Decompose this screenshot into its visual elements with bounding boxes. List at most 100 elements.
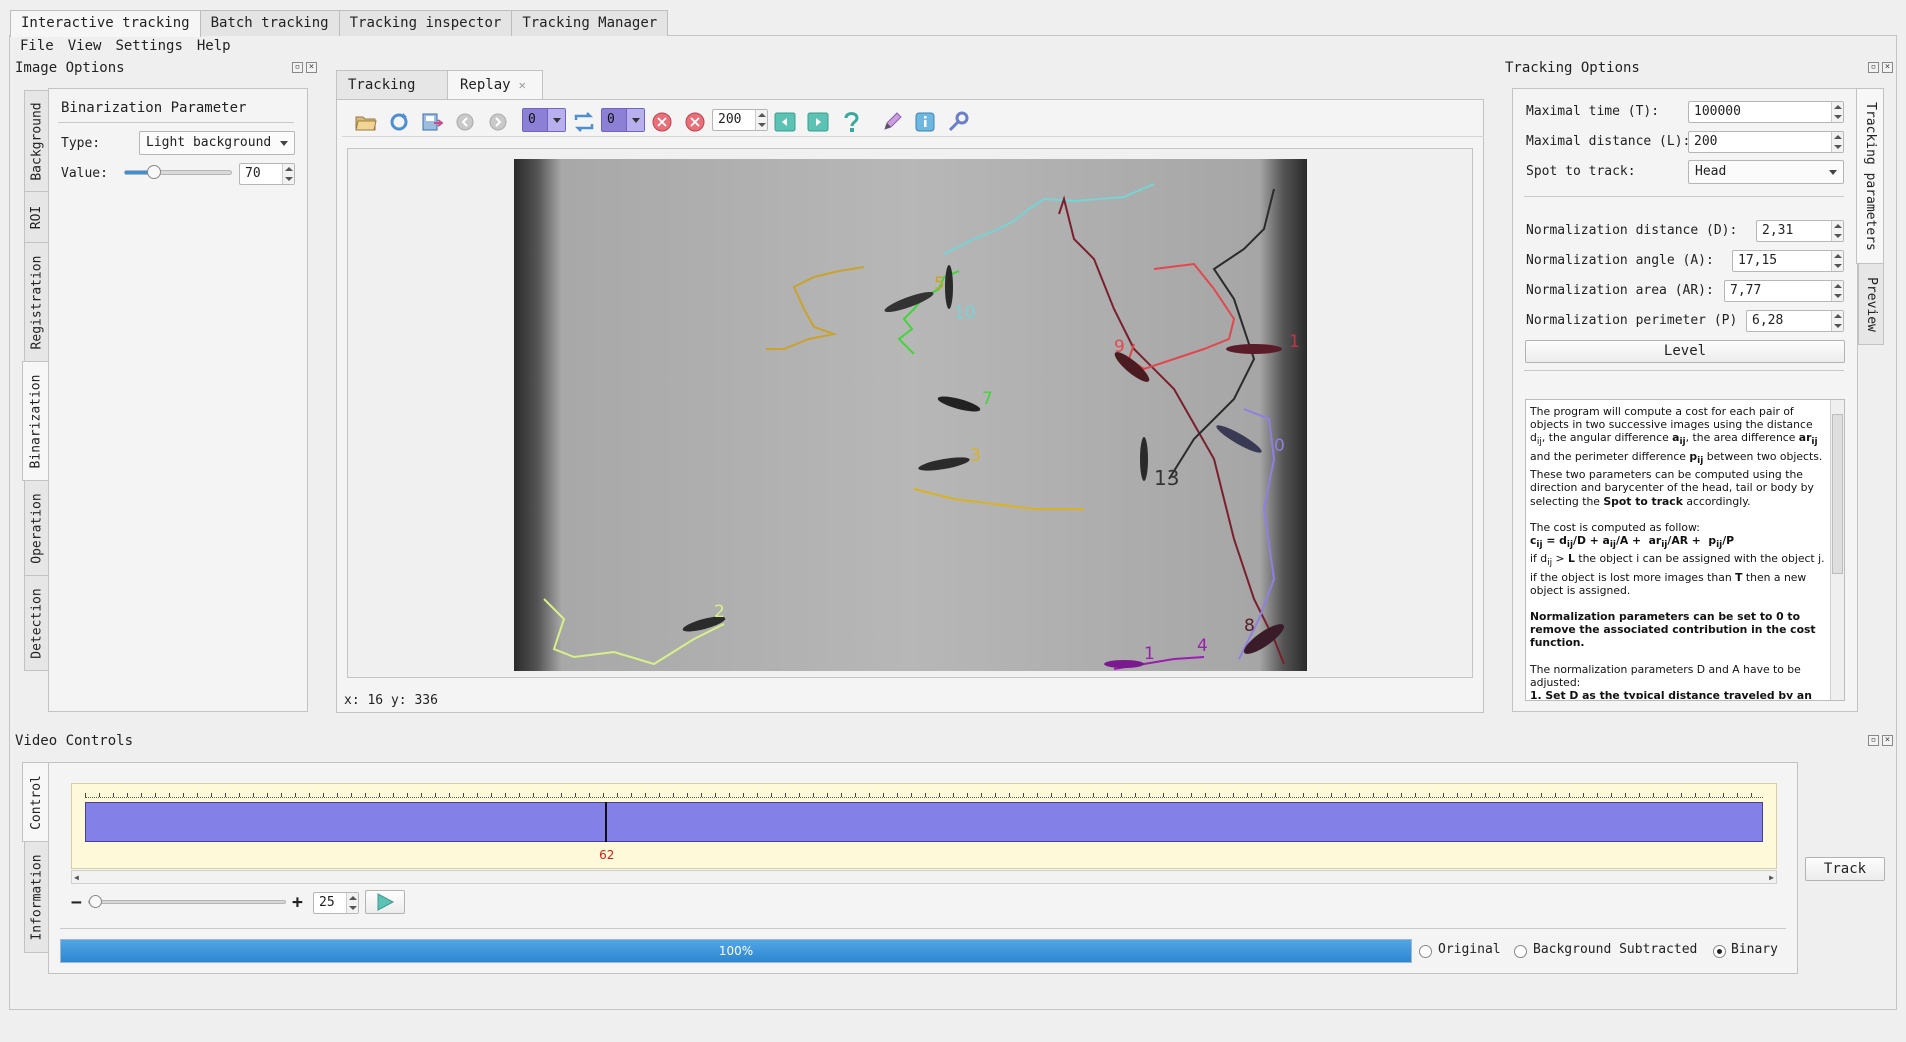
frame-b-selector[interactable]: 0 xyxy=(601,108,645,132)
close-icon[interactable]: × xyxy=(306,62,317,73)
speed-spinbox[interactable]: 25 xyxy=(313,892,359,914)
float-icon[interactable]: ▫ xyxy=(1868,735,1879,746)
max-time-spinbox[interactable]: 100000 xyxy=(1688,101,1844,123)
delete-object-icon[interactable] xyxy=(650,110,674,134)
spin-arrows-icon[interactable] xyxy=(1831,102,1843,122)
frame-a-selector[interactable]: 0 xyxy=(522,108,566,132)
vtab-background[interactable]: Background xyxy=(24,90,50,192)
vtab-detection[interactable]: Detection xyxy=(24,575,50,671)
menu-view[interactable]: View xyxy=(68,38,102,54)
vtab-tracking-parameters[interactable]: Tracking parameters xyxy=(1856,88,1884,264)
annotate-pen-icon[interactable] xyxy=(880,110,904,134)
type-dropdown[interactable]: Light background xyxy=(139,131,295,155)
timeline-track[interactable] xyxy=(85,802,1763,842)
timeline-tick xyxy=(463,793,464,797)
timeline-tick xyxy=(127,793,128,797)
norm-distance-spinbox[interactable]: 2,31 xyxy=(1756,220,1844,242)
spin-arrows-icon[interactable] xyxy=(1831,251,1843,271)
timeline-tick xyxy=(239,793,240,797)
tracking-frame-image[interactable]: 5 10 7 3 9 13 1 0 2 1 4 8 xyxy=(514,159,1307,671)
menu-settings[interactable]: Settings xyxy=(115,38,182,54)
spin-arrows-icon[interactable] xyxy=(1831,311,1843,331)
vtab-roi[interactable]: ROI xyxy=(24,191,50,243)
close-icon[interactable]: × xyxy=(1882,62,1893,73)
divider xyxy=(1524,370,1844,371)
spin-arrows-icon[interactable] xyxy=(346,893,358,913)
vtab-preview[interactable]: Preview xyxy=(1858,263,1884,345)
tab-replay[interactable]: Replay ✕ xyxy=(447,70,543,101)
export-icon[interactable] xyxy=(420,110,444,134)
radio-binary[interactable] xyxy=(1713,945,1726,958)
wrench-icon[interactable] xyxy=(946,110,970,134)
play-button[interactable] xyxy=(365,890,405,914)
help-scrollbar[interactable] xyxy=(1830,400,1844,700)
vtab-information[interactable]: Information xyxy=(24,841,50,953)
timeline-scrollbar[interactable]: ◀ ▶ xyxy=(71,870,1777,884)
help-icon[interactable] xyxy=(839,110,863,134)
speed-decrease-icon[interactable]: − xyxy=(71,892,82,913)
radio-binary-label[interactable]: Binary xyxy=(1731,942,1778,957)
open-folder-icon[interactable] xyxy=(354,110,378,134)
next-disabled-icon[interactable] xyxy=(486,110,510,134)
tab-tracking-manager[interactable]: Tracking Manager xyxy=(511,10,669,36)
tab-tracking[interactable]: Tracking xyxy=(336,70,448,100)
timeline-tick xyxy=(449,793,450,797)
norm-perimeter-spinbox[interactable]: 6,28 xyxy=(1746,310,1844,332)
timeline-cursor[interactable] xyxy=(605,802,608,842)
tab-batch-tracking[interactable]: Batch tracking xyxy=(199,10,340,36)
level-button[interactable]: Level xyxy=(1525,340,1845,363)
scroll-right-icon[interactable]: ▶ xyxy=(1769,873,1774,882)
interval-spinbox[interactable]: 200 xyxy=(712,109,768,131)
spin-arrows-icon[interactable] xyxy=(1831,281,1843,301)
timeline-tick xyxy=(1219,793,1220,797)
norm-angle-spinbox[interactable]: 17,15 xyxy=(1732,250,1844,272)
close-icon[interactable]: × xyxy=(1882,735,1893,746)
speed-slider[interactable] xyxy=(88,895,286,908)
vtab-control[interactable]: Control xyxy=(22,762,50,842)
float-icon[interactable]: ▫ xyxy=(292,62,303,73)
radio-original[interactable] xyxy=(1419,945,1432,958)
norm-area-spinbox[interactable]: 7,77 xyxy=(1724,280,1844,302)
max-distance-spinbox[interactable]: 200 xyxy=(1688,131,1844,153)
timeline-tick xyxy=(253,793,254,797)
spin-arrows-icon[interactable] xyxy=(1831,132,1843,152)
delete-range-icon[interactable] xyxy=(683,110,707,134)
close-tab-icon[interactable]: ✕ xyxy=(519,78,526,92)
track-button[interactable]: Track xyxy=(1805,857,1885,881)
swap-icon[interactable] xyxy=(572,110,596,134)
norm-angle-value: 17,15 xyxy=(1738,253,1778,268)
norm-area-value: 7,77 xyxy=(1730,283,1762,298)
value-spinbox[interactable]: 70 xyxy=(239,163,295,185)
spin-arrows-icon[interactable] xyxy=(282,164,294,184)
step-back-icon[interactable] xyxy=(773,110,797,134)
timeline-tick xyxy=(169,793,170,797)
vtab-binarization[interactable]: Binarization xyxy=(22,361,50,481)
speed-increase-icon[interactable]: + xyxy=(292,892,303,913)
info-icon[interactable] xyxy=(913,110,937,134)
menu-file[interactable]: File xyxy=(20,38,54,54)
spin-arrows-icon[interactable] xyxy=(755,110,767,130)
spot-to-track-dropdown[interactable]: Head xyxy=(1688,160,1844,184)
norm-area-label: Normalization area (AR): xyxy=(1526,283,1714,298)
vtab-operation[interactable]: Operation xyxy=(24,480,50,576)
timeline-tick xyxy=(771,793,772,797)
spin-arrows-icon[interactable] xyxy=(1831,221,1843,241)
reload-icon[interactable] xyxy=(387,110,411,134)
previous-disabled-icon[interactable] xyxy=(453,110,477,134)
step-forward-icon[interactable] xyxy=(806,110,830,134)
timeline-tick xyxy=(1359,793,1360,797)
radio-background-subtracted[interactable] xyxy=(1514,945,1527,958)
tab-interactive-tracking[interactable]: Interactive tracking xyxy=(10,10,201,37)
scroll-left-icon[interactable]: ◀ xyxy=(74,873,79,882)
float-icon[interactable]: ▫ xyxy=(1868,62,1879,73)
vtab-registration[interactable]: Registration xyxy=(24,242,50,362)
speed-slider-handle[interactable] xyxy=(89,895,102,908)
radio-original-label[interactable]: Original xyxy=(1438,942,1501,957)
tab-tracking-inspector[interactable]: Tracking inspector xyxy=(338,10,513,36)
menu-help[interactable]: Help xyxy=(197,38,231,54)
timeline-tick xyxy=(687,793,688,797)
radio-background-subtracted-label[interactable]: Background Subtracted xyxy=(1533,942,1697,957)
value-slider[interactable] xyxy=(124,165,232,179)
timeline-tick xyxy=(1639,793,1640,797)
help-scrollbar-handle[interactable] xyxy=(1832,414,1843,574)
